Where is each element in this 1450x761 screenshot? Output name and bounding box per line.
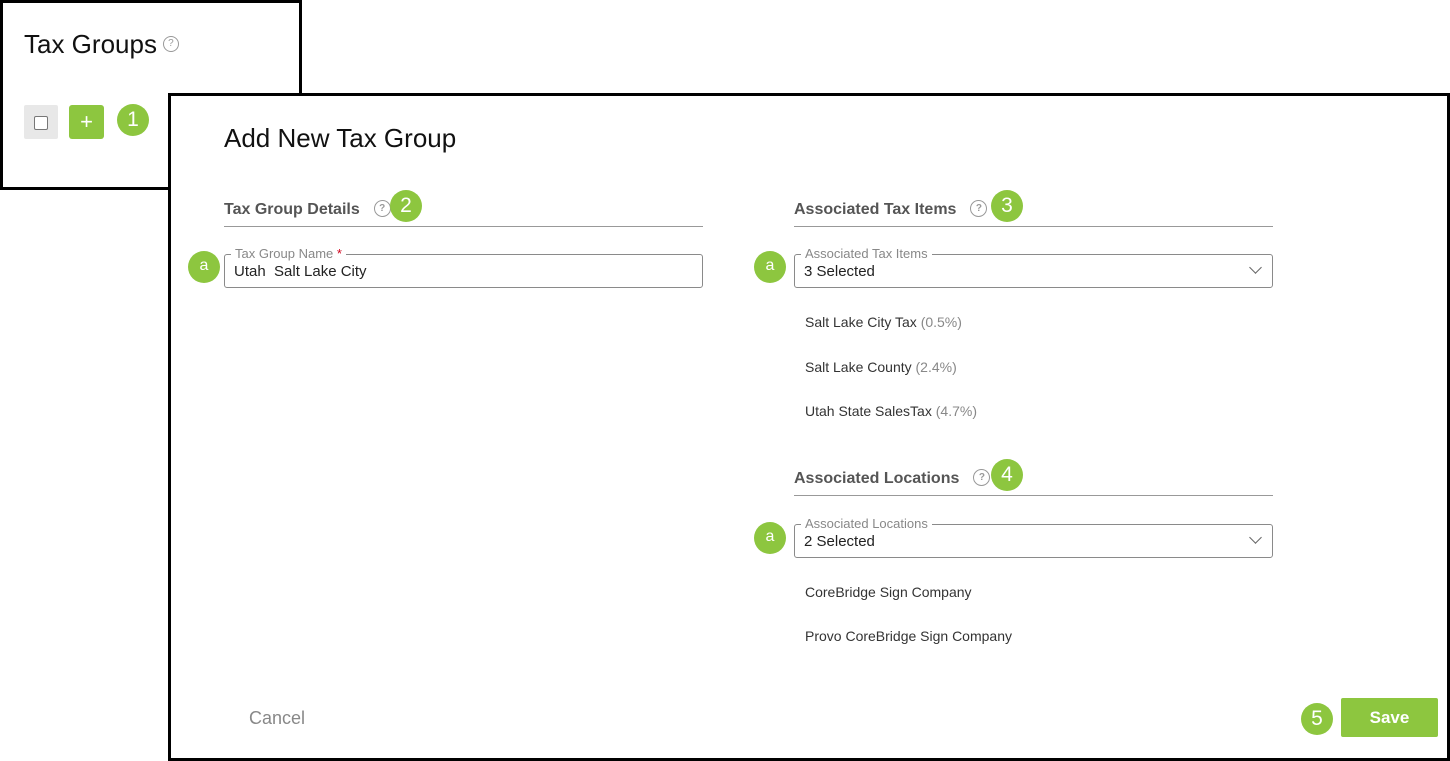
field-label: Associated Locations (801, 516, 932, 531)
tax-item-rate: (0.5%) (920, 314, 962, 330)
help-icon[interactable]: ? (973, 469, 991, 487)
callout-a: a (188, 251, 220, 283)
page-title-text: Tax Groups (24, 29, 157, 59)
tax-group-name-field[interactable]: Tax Group Name * Utah Salt Lake City (224, 246, 703, 288)
section-heading-text: Associated Tax Items (794, 201, 957, 218)
help-icon[interactable]: ? (373, 200, 391, 218)
location-item: Provo CoreBridge Sign Company (805, 628, 1012, 644)
tax-item-name: Salt Lake County (805, 359, 912, 375)
section-heading-text: Associated Locations (794, 470, 960, 487)
required-mark: * (336, 246, 342, 261)
field-label-text: Tax Group Name (235, 246, 334, 261)
callout-a: a (754, 522, 786, 554)
callout-3: 3 (991, 190, 1023, 222)
associated-locations-select[interactable]: Associated Locations 2 Selected (794, 516, 1273, 558)
tax-item-name: Utah State SalesTax (805, 403, 932, 419)
cancel-button[interactable]: Cancel (249, 708, 305, 729)
tax-group-details-heading: Tax Group Details? (224, 191, 703, 227)
associated-locations-heading: Associated Locations? (794, 460, 1273, 496)
field-label: Tax Group Name * (231, 246, 346, 261)
callout-5: 5 (1301, 703, 1333, 735)
section-heading-text: Tax Group Details (224, 201, 360, 218)
help-icon[interactable]: ? (970, 200, 988, 218)
chevron-down-icon (1249, 261, 1262, 274)
tax-item: Salt Lake City Tax (0.5%) (805, 314, 962, 330)
save-button[interactable]: Save (1341, 698, 1438, 737)
associated-tax-items-select[interactable]: Associated Tax Items 3 Selected (794, 246, 1273, 288)
help-icon[interactable]: ? (162, 36, 179, 53)
add-tax-group-button[interactable]: + (69, 105, 104, 139)
tax-item-name: Salt Lake City Tax (805, 314, 917, 330)
tax-item: Salt Lake County (2.4%) (805, 359, 957, 375)
tax-item: Utah State SalesTax (4.7%) (805, 403, 977, 419)
callout-1: 1 (117, 104, 149, 136)
field-label: Associated Tax Items (801, 246, 932, 261)
checkbox-icon (34, 116, 48, 130)
tax-item-rate: (2.4%) (915, 359, 957, 375)
callout-a: a (754, 251, 786, 283)
callout-2: 2 (390, 190, 422, 222)
chevron-down-icon (1249, 531, 1262, 544)
tax-item-rate: (4.7%) (935, 403, 977, 419)
select-all-checkbox[interactable] (24, 105, 58, 139)
add-tax-group-dialog: Add New Tax Group Tax Group Details? 2 a… (168, 93, 1450, 761)
dialog-title: Add New Tax Group (224, 123, 457, 153)
page-title: Tax Groups? (24, 29, 179, 60)
select-value: 2 Selected (804, 533, 875, 550)
location-item: CoreBridge Sign Company (805, 584, 972, 600)
select-value: 3 Selected (804, 263, 875, 280)
tax-group-name-value: Utah Salt Lake City (234, 263, 367, 280)
associated-tax-items-heading: Associated Tax Items? (794, 191, 1273, 227)
callout-4: 4 (991, 459, 1023, 491)
